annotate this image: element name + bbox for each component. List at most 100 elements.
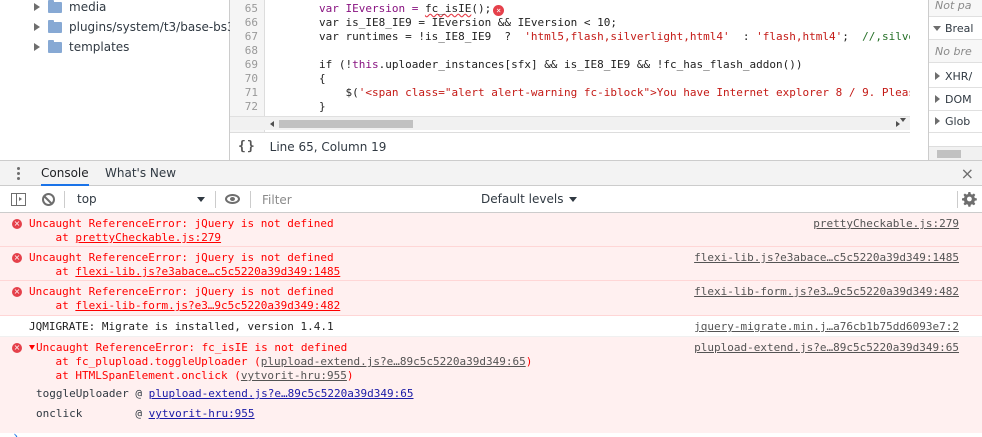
error-icon: × xyxy=(12,219,22,229)
code-token: if (! xyxy=(319,58,353,71)
code-token: (); xyxy=(471,2,492,15)
stack-line: at fc_plupload.toggleUploader (plupload-… xyxy=(29,355,532,369)
context-value: top xyxy=(77,192,97,206)
source-link[interactable]: prettyCheckable.js:279 xyxy=(813,217,959,231)
error-icon: × xyxy=(12,287,22,297)
tab-console[interactable]: Console xyxy=(41,161,89,186)
line-number: 71 xyxy=(244,86,258,99)
stack-prefix: at xyxy=(29,231,76,244)
show-sidebar-icon[interactable] xyxy=(11,193,26,206)
toolbar-divider xyxy=(64,191,65,208)
stack-at: @ xyxy=(128,407,149,420)
close-drawer-icon[interactable]: × xyxy=(961,164,974,184)
expand-arrow-icon[interactable] xyxy=(34,43,40,51)
code-keyword: this xyxy=(352,58,379,71)
debugger-sidebar: Not pa Breal No bre XHR/ DOM Glob xyxy=(928,0,982,160)
editor-horizontal-scrollbar[interactable] xyxy=(230,116,910,130)
source-link[interactable]: flexi-lib-form.js?e3…9c5c5220a39d349:482 xyxy=(694,285,959,299)
expand-arrow-icon[interactable] xyxy=(34,23,40,31)
collapse-arrow-icon xyxy=(933,25,941,31)
console-prompt-icon[interactable]: › xyxy=(12,429,19,437)
drawer-tab-bar: Console What's New × xyxy=(0,160,982,186)
not-paused-text: Not pa xyxy=(929,0,982,17)
code-string: '<span class="alert alert-warning fc-ibl… xyxy=(358,86,910,99)
tree-item-templates[interactable]: templates xyxy=(34,37,129,57)
pretty-print-icon[interactable]: {} xyxy=(238,139,256,154)
console-error-message[interactable]: × Uncaught ReferenceError: jQuery is not… xyxy=(0,281,982,316)
chevron-down-icon xyxy=(569,196,578,202)
editor-status-bar: {} Line 65, Column 19 xyxy=(230,132,910,160)
console-log-message[interactable]: JQMIGRATE: Migrate is installed, version… xyxy=(0,316,982,337)
sidebar-horizontal-scrollbar[interactable] xyxy=(929,146,982,160)
dom-breakpoints-section[interactable]: DOM xyxy=(929,88,982,111)
section-label: Glob xyxy=(945,114,971,128)
tree-item-base-bs3[interactable]: plugins/system/t3/base-bs3 xyxy=(34,17,235,37)
error-text: Uncaught ReferenceError: jQuery is not d… xyxy=(29,217,334,230)
no-breakpoints-text: No bre xyxy=(929,40,982,63)
line-number-gutter: 65 66 67 68 69 70 71 72 73 xyxy=(230,0,265,132)
line-number: 69 xyxy=(244,58,258,71)
context-selector[interactable]: top xyxy=(70,186,210,212)
stack-link[interactable]: prettyCheckable.js:279 xyxy=(75,231,221,244)
section-label: DOM xyxy=(945,92,972,106)
stack-link[interactable]: plupload-extend.js?e…89c5c5220a39d349:65 xyxy=(149,387,414,400)
expanded-triangle-icon[interactable] xyxy=(29,345,35,350)
tab-whats-new[interactable]: What's New xyxy=(105,161,176,186)
code-token: ; xyxy=(842,30,863,43)
more-tools-icon[interactable] xyxy=(17,167,20,180)
line-number: 67 xyxy=(244,30,258,43)
stack-prefix: at HTMLSpanElement.onclick ( xyxy=(29,369,241,382)
clear-console-icon[interactable] xyxy=(42,193,55,206)
toolbar-divider xyxy=(250,191,251,208)
stack-link[interactable]: flexi-lib.js?e3abace…c5c5220a39d349:1485 xyxy=(75,265,340,278)
log-text: JQMIGRATE: Migrate is installed, version… xyxy=(29,320,334,333)
cursor-position: Line 65, Column 19 xyxy=(269,139,387,154)
stack-table-row: onclick @ vytvorit-hru:955 xyxy=(36,407,255,421)
expand-arrow-icon xyxy=(935,95,940,103)
stack-prefix: at xyxy=(29,265,76,278)
scrollbar-thumb[interactable] xyxy=(937,150,961,158)
console-error-expanded[interactable]: × Uncaught ReferenceError: fc_isIE is no… xyxy=(0,337,982,433)
console-error-message[interactable]: × Uncaught ReferenceError: jQuery is not… xyxy=(0,213,982,247)
code-line-70: { xyxy=(319,72,326,86)
scroll-left-icon[interactable] xyxy=(270,121,274,127)
log-levels-label: Default levels xyxy=(481,192,564,206)
line-number: 70 xyxy=(244,72,258,85)
code-token: { xyxy=(319,72,326,85)
source-link[interactable]: jquery-migrate.min.j…a76cb1b75dd6093e7:2 xyxy=(694,320,959,334)
breakpoints-section[interactable]: Breal xyxy=(929,17,982,40)
code-string: 'html5,flash,silverlight,html4' xyxy=(524,30,730,43)
live-expression-eye-icon[interactable] xyxy=(225,194,240,204)
code-editor[interactable]: 65 66 67 68 69 70 71 72 73 var IEversion… xyxy=(230,0,910,132)
stack-link[interactable]: plupload-extend.js?e…89c5c5220a39d349:65 xyxy=(261,355,526,368)
console-error-message[interactable]: × Uncaught ReferenceError: jQuery is not… xyxy=(0,247,982,281)
folder-icon xyxy=(48,0,62,13)
stack-function: toggleUploader xyxy=(36,387,129,400)
stack-link[interactable]: flexi-lib-form.js?e3…9c5c5220a39d349:482 xyxy=(75,299,340,312)
global-listeners-section[interactable]: Glob xyxy=(929,110,982,133)
line-number: 68 xyxy=(244,44,258,57)
gear-icon[interactable] xyxy=(961,191,977,207)
code-token: .uploader_instances[sfx] && is_IE8_IE9 &… xyxy=(378,58,803,71)
stack-link[interactable]: vytvorit-hru:955 xyxy=(149,407,255,420)
stack-line: at flexi-lib-form.js?e3…9c5c5220a39d349:… xyxy=(29,299,340,313)
xhr-breakpoints-section[interactable]: XHR/ xyxy=(929,65,982,88)
error-marker-icon[interactable]: × xyxy=(493,5,505,16)
expand-arrow-icon xyxy=(935,72,940,80)
tree-item-media[interactable]: media xyxy=(34,0,106,17)
filter-input[interactable] xyxy=(257,190,473,209)
console-messages[interactable]: × Uncaught ReferenceError: jQuery is not… xyxy=(0,213,982,437)
scroll-down-icon[interactable] xyxy=(900,118,906,122)
scrollbar-thumb[interactable] xyxy=(279,120,413,128)
stack-line: at HTMLSpanElement.onclick (vytvorit-hru… xyxy=(29,369,353,383)
source-link[interactable]: flexi-lib.js?e3abace…c5c5220a39d349:1485 xyxy=(694,251,959,265)
log-levels-dropdown[interactable]: Default levels xyxy=(481,186,578,212)
code-token: var IEversion = xyxy=(319,2,425,15)
stack-prefix: at fc_plupload.toggleUploader ( xyxy=(29,355,261,368)
error-text: Uncaught ReferenceError: fc_isIE is not … xyxy=(29,341,347,355)
source-link[interactable]: plupload-extend.js?e…89c5c5220a39d349:65 xyxy=(694,341,959,355)
expand-arrow-icon[interactable] xyxy=(34,3,40,11)
stack-table-row: toggleUploader @ plupload-extend.js?e…89… xyxy=(36,387,414,401)
stack-link[interactable]: vytvorit-hru:955 xyxy=(241,369,347,382)
console-toolbar: top Default levels xyxy=(0,186,982,213)
